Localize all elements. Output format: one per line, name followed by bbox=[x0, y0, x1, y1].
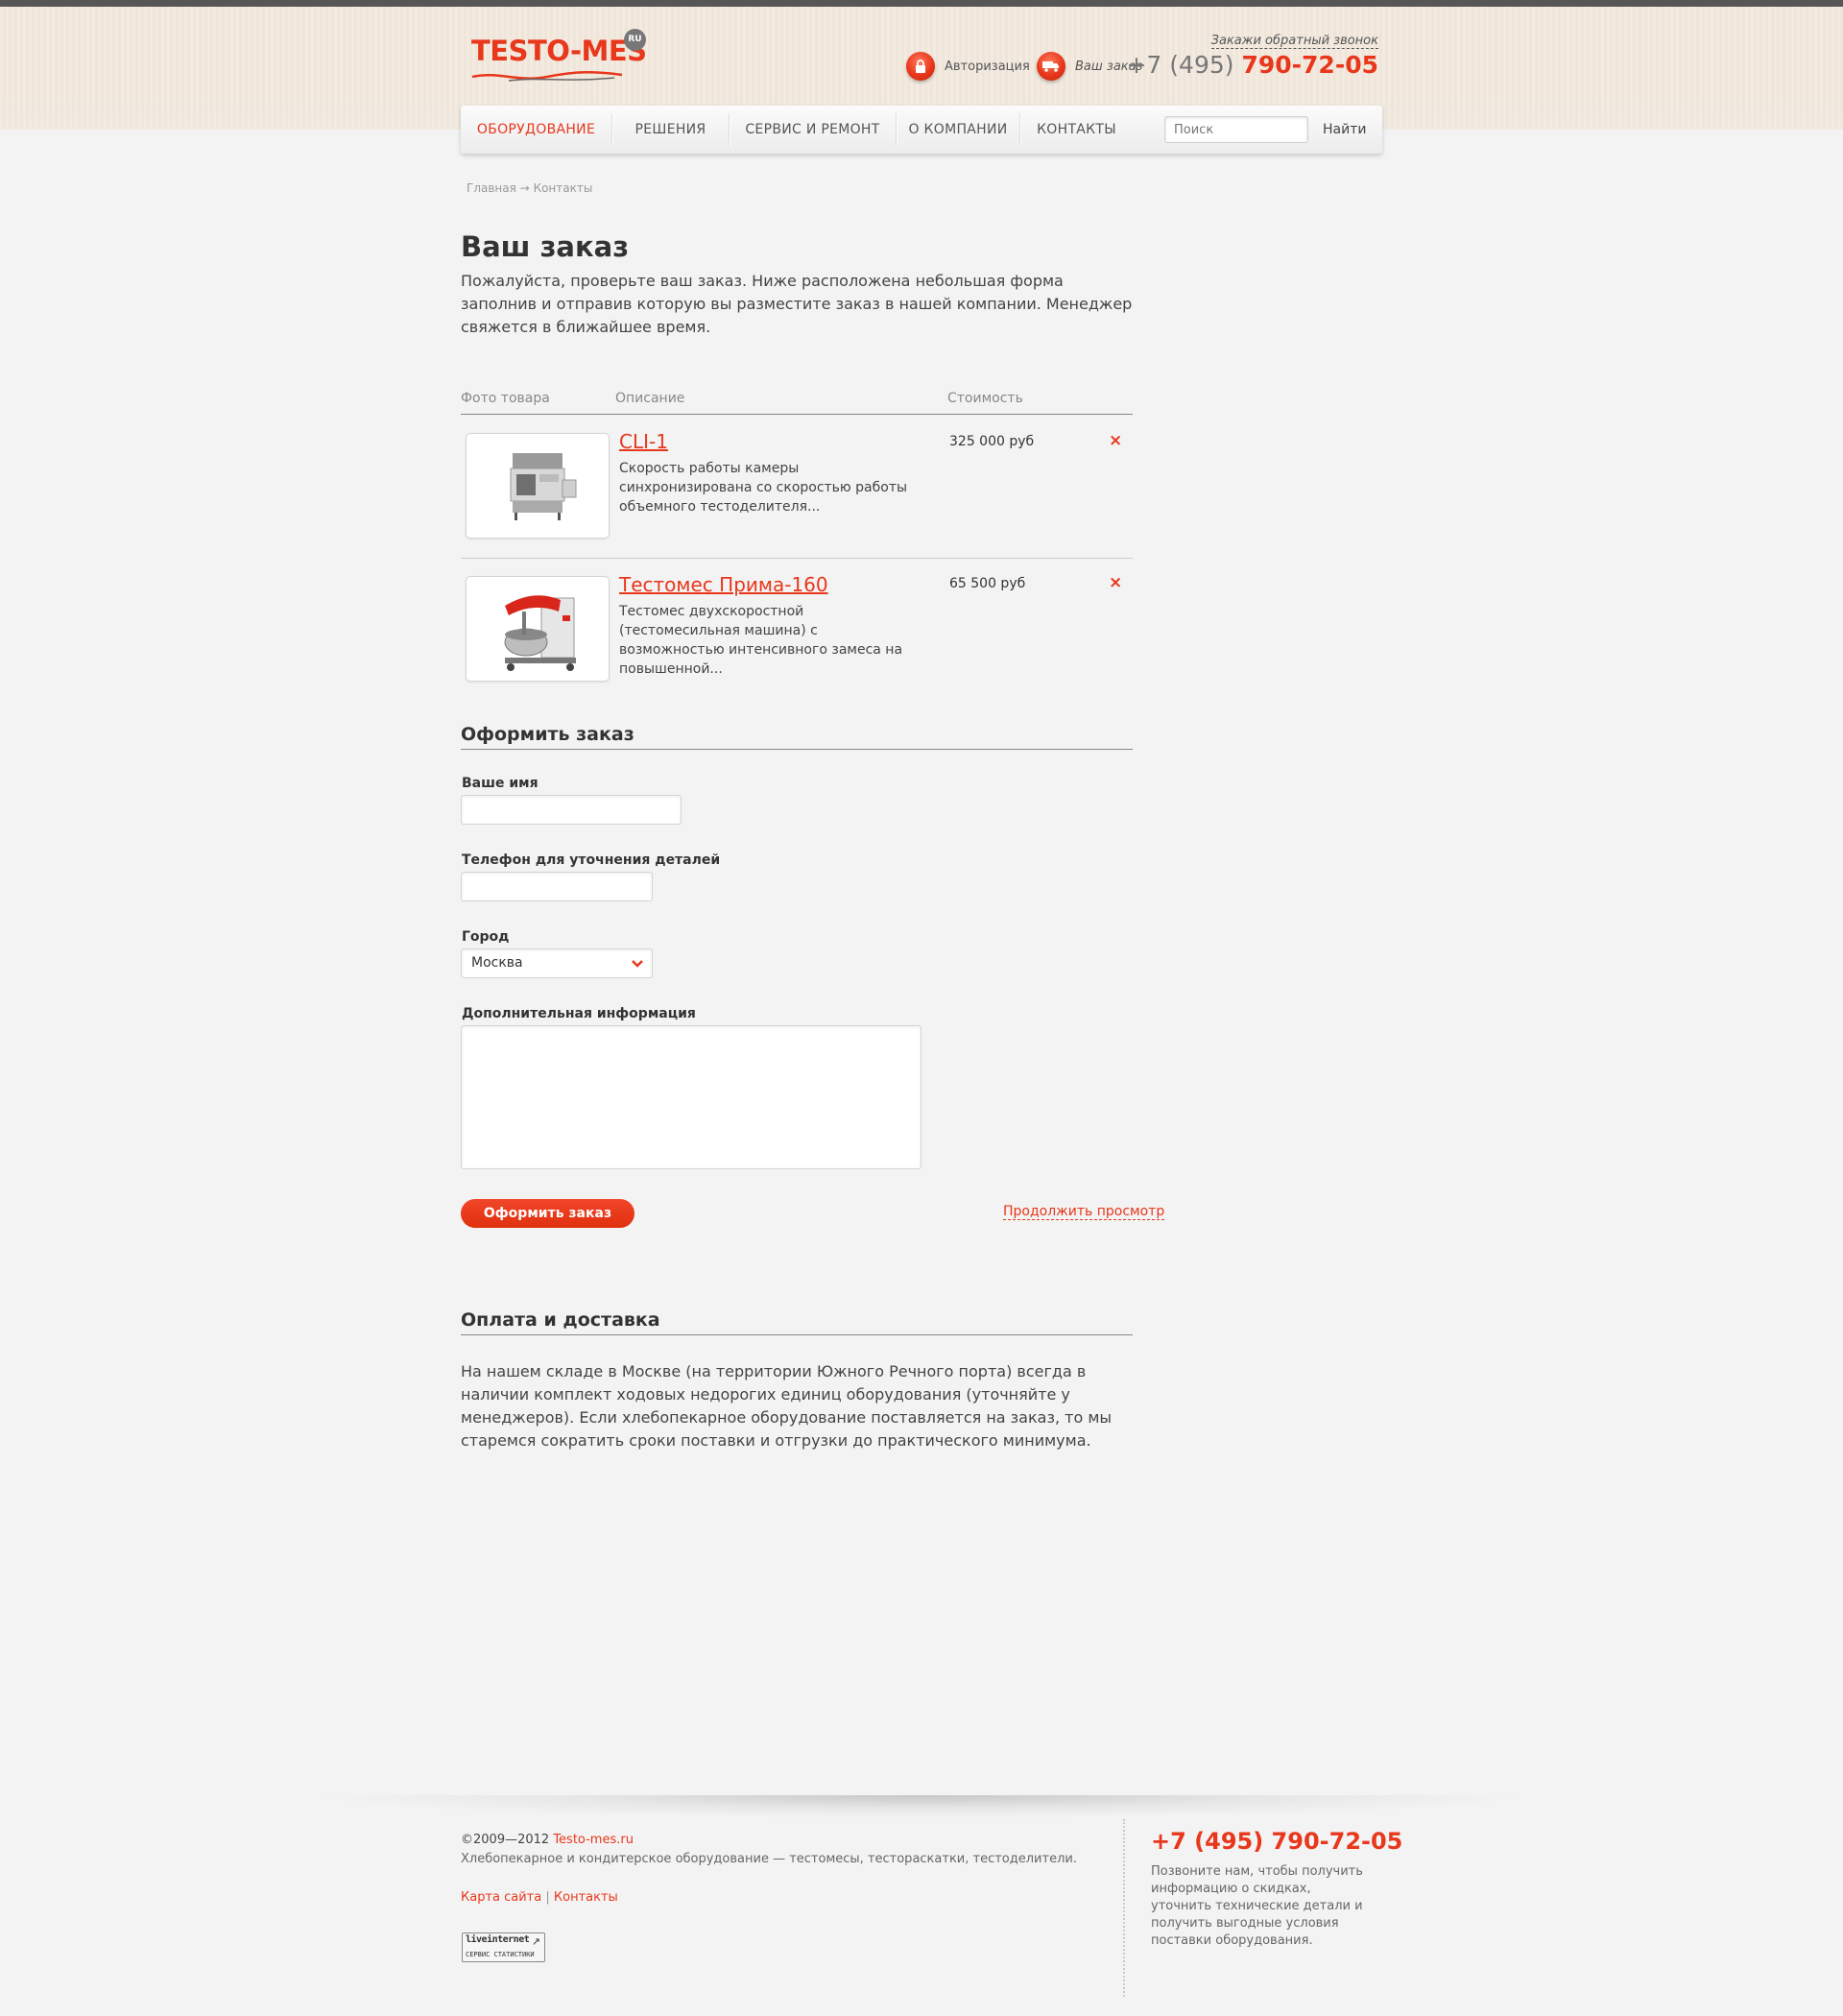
liveinternet-counter[interactable]: liveinternet ↗ СЕРВИС СТАТИСТИКИ bbox=[462, 1932, 545, 1962]
product-name-link[interactable]: CLI-1 bbox=[619, 430, 668, 453]
footer-shadow bbox=[307, 1795, 1536, 1818]
phone-label: Телефон для уточнения деталей bbox=[462, 852, 721, 868]
search-input[interactable] bbox=[1164, 116, 1308, 143]
delivery-title: Оплата и доставка bbox=[461, 1309, 660, 1331]
column-photo: Фото товара bbox=[461, 391, 550, 406]
breadcrumb-home[interactable]: Главная bbox=[467, 181, 516, 195]
dough-divider-machine-icon bbox=[510, 453, 577, 520]
callback-link[interactable]: Закажи обратный звонок bbox=[1210, 34, 1378, 49]
auth-label: Авторизация bbox=[945, 59, 1030, 74]
auth-link[interactable]: Авторизация bbox=[906, 52, 1030, 81]
logo-swoosh-icon bbox=[471, 70, 623, 82]
site-logo[interactable]: TESTO-MES RU bbox=[468, 29, 651, 86]
info-textarea[interactable] bbox=[461, 1025, 922, 1169]
truck-icon bbox=[1037, 52, 1065, 81]
counter-subtitle: СЕРВИС СТАТИСТИКИ bbox=[466, 1951, 535, 1958]
nav-item-solutions[interactable]: РЕШЕНИЯ bbox=[612, 106, 729, 154]
footer-divider bbox=[1123, 1819, 1125, 1997]
name-label: Ваше имя bbox=[462, 776, 539, 791]
footer-contacts-link[interactable]: Контакты bbox=[554, 1890, 618, 1905]
copyright: ©2009—2012 Testo-mes.ru bbox=[461, 1833, 634, 1847]
product-description: Скорость работы камеры синхронизирована … bbox=[619, 461, 908, 515]
product-image[interactable] bbox=[466, 433, 610, 539]
continue-browsing-link[interactable]: Продолжить просмотр bbox=[1003, 1204, 1165, 1220]
phone-number: 790-72-05 bbox=[1241, 51, 1378, 79]
column-price: Стоимость bbox=[947, 391, 1023, 406]
product-name-link[interactable]: Тестомес Прима-160 bbox=[619, 573, 828, 596]
logo-badge: RU bbox=[624, 29, 646, 51]
product-description: Тестомес двухскоростной (тестомесильная … bbox=[619, 604, 903, 677]
breadcrumb-current[interactable]: Контакты bbox=[534, 181, 593, 195]
page-intro: Пожалуйста, проверьте ваш заказ. Ниже ра… bbox=[461, 272, 1133, 336]
page-title: Ваш заказ bbox=[461, 230, 630, 263]
city-select[interactable]: Москва bbox=[461, 948, 653, 978]
city-label: Город bbox=[462, 929, 510, 945]
city-select-value: Москва bbox=[471, 955, 523, 971]
table-header-divider bbox=[461, 414, 1133, 415]
row-divider bbox=[461, 558, 1133, 559]
order-form-title: Оформить заказ bbox=[461, 724, 634, 745]
product-image[interactable] bbox=[466, 576, 610, 682]
name-field[interactable] bbox=[461, 795, 682, 825]
nav-item-contacts[interactable]: КОНТАКТЫ bbox=[1020, 106, 1133, 154]
nav-item-about[interactable]: О КОМПАНИИ bbox=[897, 106, 1019, 154]
nav-item-equipment[interactable]: ОБОРУДОВАНИЕ bbox=[461, 106, 611, 154]
nav-item-service[interactable]: СЕРВИС И РЕМОНТ bbox=[730, 106, 896, 154]
top-bar bbox=[0, 0, 1843, 7]
section-divider bbox=[461, 1334, 1133, 1335]
footer-description: Хлебопекарное и кондитерское оборудовани… bbox=[461, 1852, 1077, 1866]
footer-phone: +7 (495) 790-72-05 bbox=[1151, 1828, 1403, 1855]
logo-text: TESTO-MES bbox=[471, 35, 647, 67]
remove-item-icon[interactable]: × bbox=[1109, 431, 1122, 450]
footer-link-separator: | bbox=[545, 1890, 550, 1905]
lock-icon bbox=[906, 52, 935, 81]
info-label: Дополнительная информация bbox=[462, 1006, 696, 1021]
footer-note: Позвоните нам, чтобы получить информацию… bbox=[1151, 1864, 1363, 1948]
column-description: Описание bbox=[615, 391, 685, 406]
header-phone: +7 (495) 790-72-05 bbox=[1126, 51, 1378, 79]
search-button[interactable]: Найти bbox=[1323, 116, 1366, 143]
sitemap-link[interactable]: Карта сайта bbox=[461, 1890, 541, 1905]
counter-title: liveinternet bbox=[466, 1934, 530, 1945]
remove-item-icon[interactable]: × bbox=[1109, 573, 1122, 592]
phone-field[interactable] bbox=[461, 872, 653, 901]
product-price: 325 000 руб bbox=[949, 434, 1035, 449]
submit-order-button[interactable]: Оформить заказ bbox=[461, 1199, 634, 1228]
chevron-down-icon bbox=[632, 960, 643, 968]
breadcrumb: Главная → Контакты bbox=[467, 181, 592, 195]
phone-prefix: +7 (495) bbox=[1126, 51, 1234, 79]
delivery-text: На нашем складе в Москве (на территории … bbox=[461, 1362, 1113, 1450]
section-divider bbox=[461, 749, 1133, 750]
copyright-years: ©2009—2012 bbox=[461, 1833, 550, 1847]
spiral-mixer-icon bbox=[504, 595, 576, 671]
arrow-out-icon: ↗ bbox=[531, 1935, 540, 1948]
product-price: 65 500 руб bbox=[949, 576, 1026, 591]
footer-links: Карта сайта | Контакты bbox=[461, 1890, 618, 1905]
main-nav: ОБОРУДОВАНИЕ РЕШЕНИЯ СЕРВИС И РЕМОНТ О К… bbox=[461, 106, 1382, 154]
site-link[interactable]: Testo-mes.ru bbox=[553, 1833, 634, 1847]
arrow-right-icon: → bbox=[519, 181, 530, 195]
